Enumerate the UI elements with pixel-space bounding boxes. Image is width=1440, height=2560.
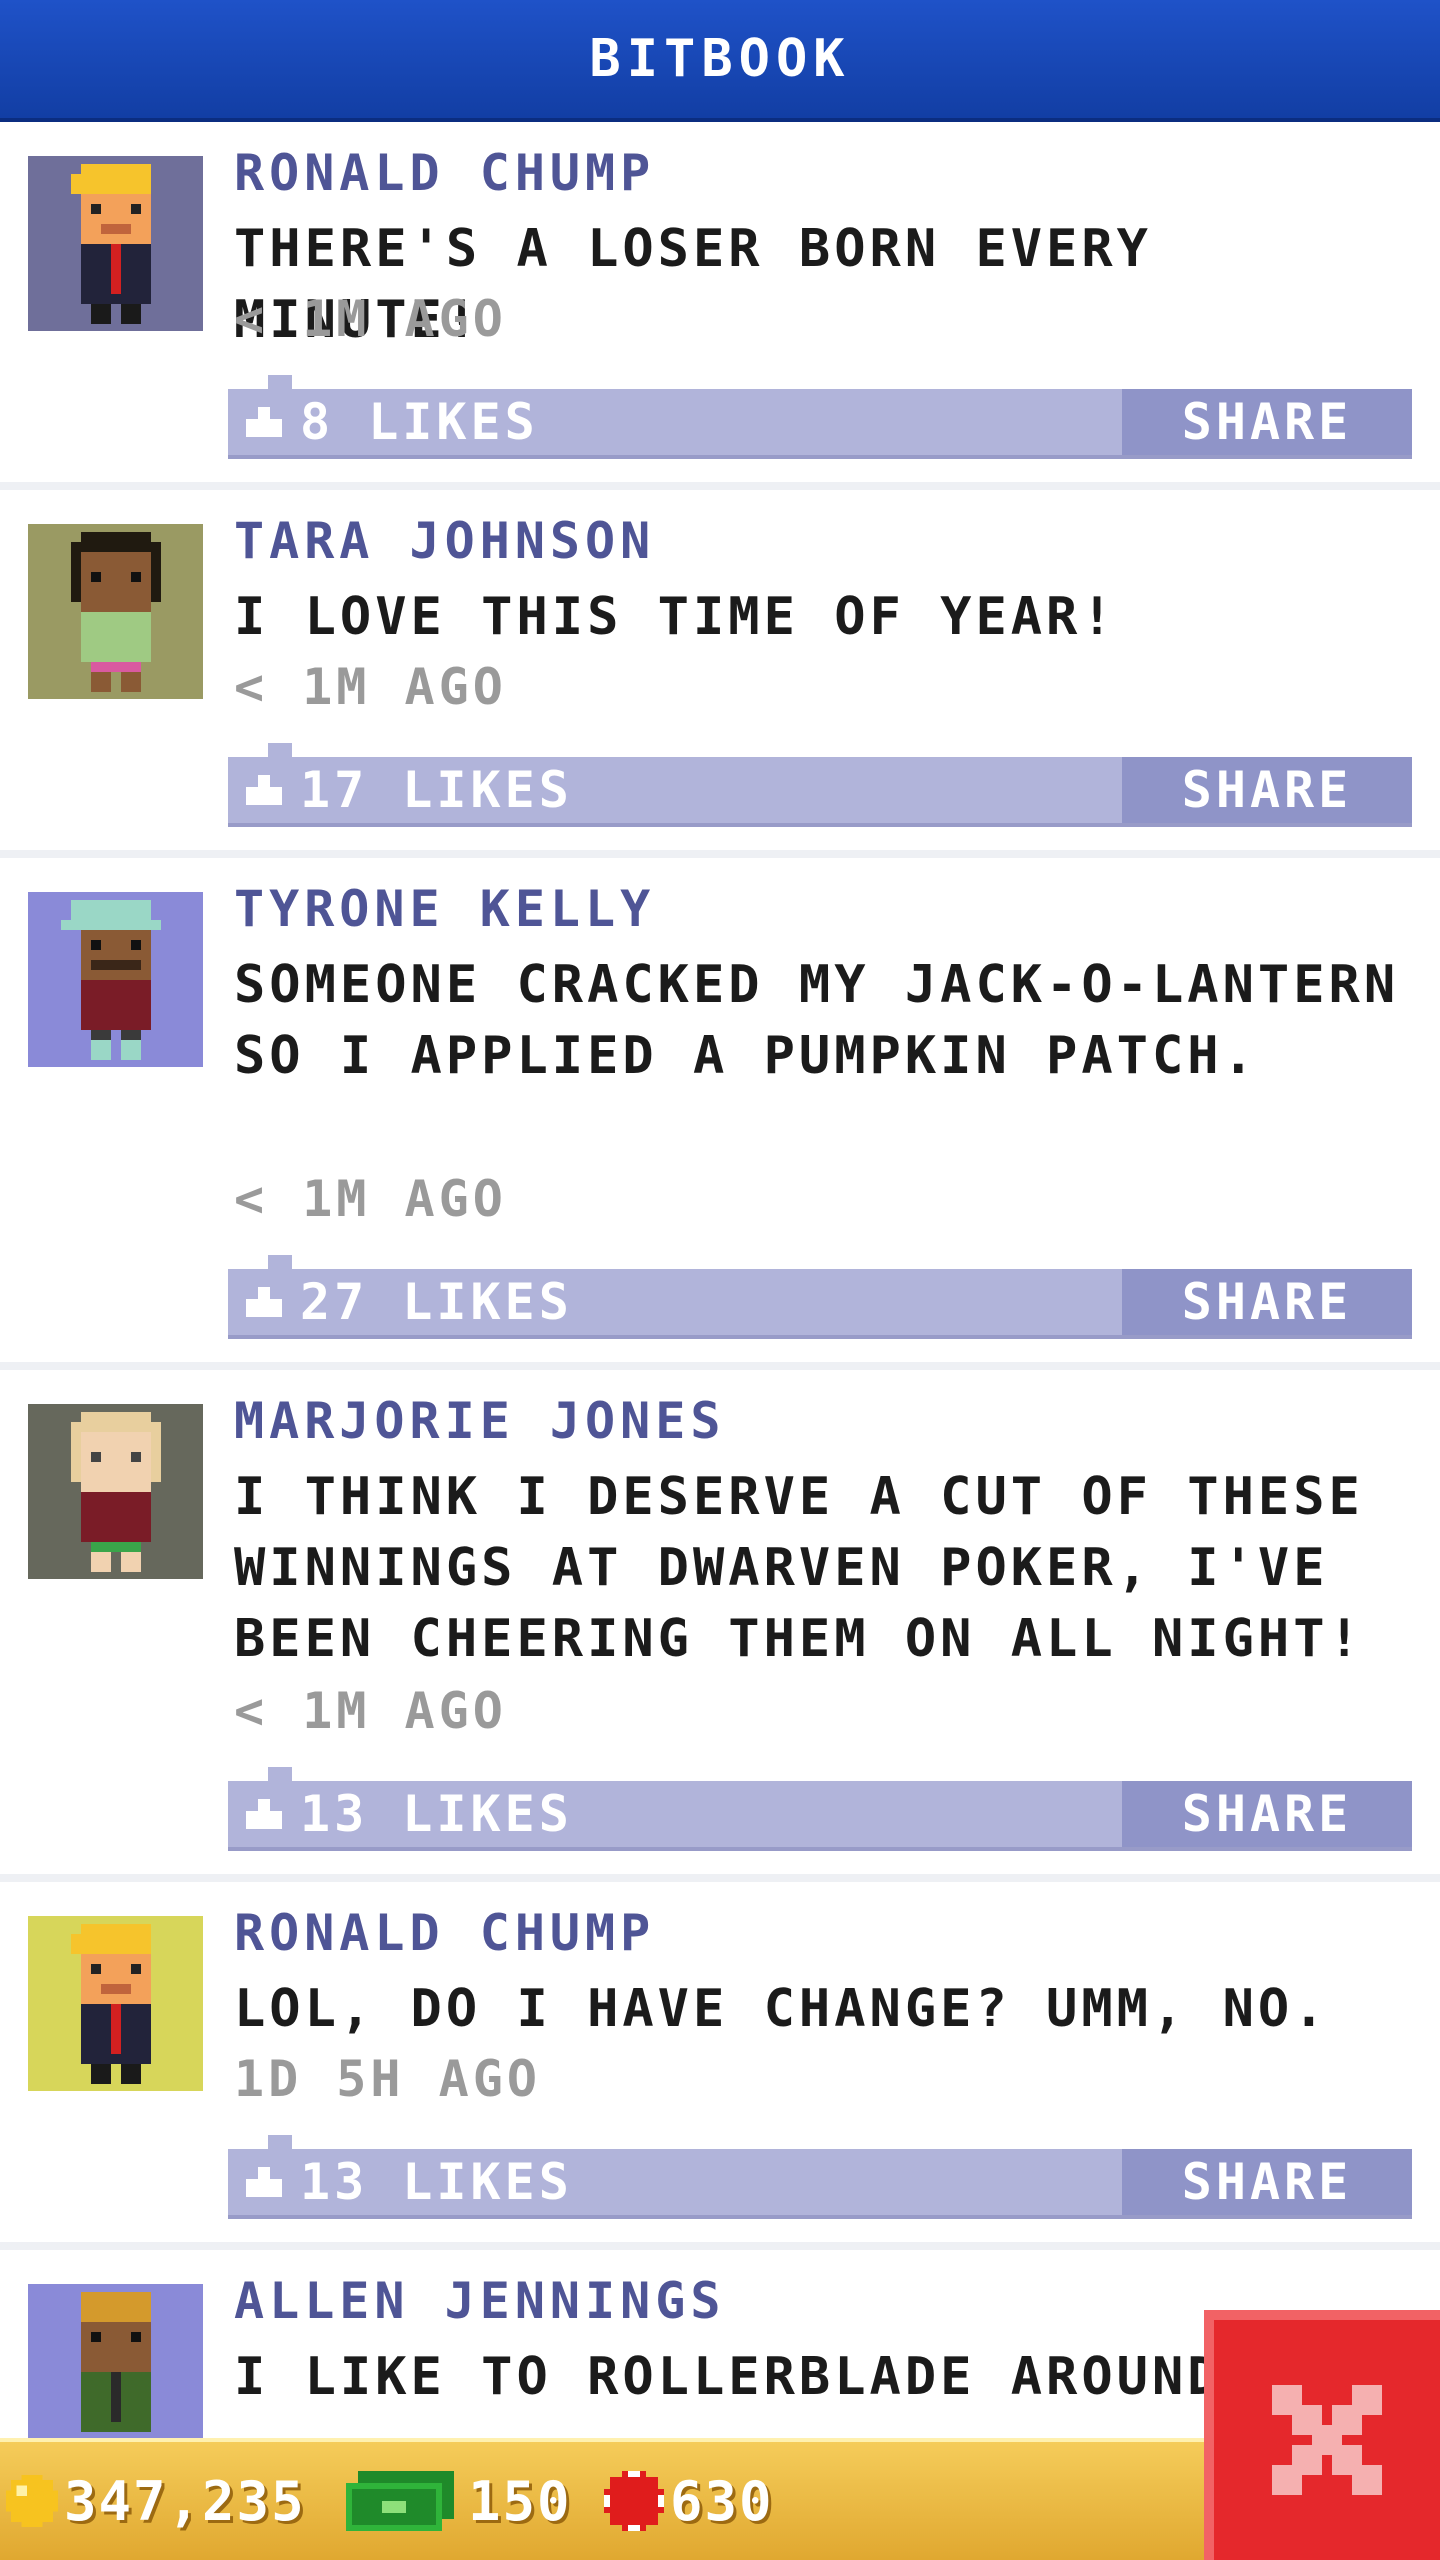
tyrone-kelly-avatar[interactable] — [28, 892, 203, 1067]
ronald-chump-avatar[interactable] — [28, 156, 203, 331]
post-timestamp: 1D 5H AGO — [234, 2050, 541, 2108]
feed-post: MARJORIE JONES I THINK I DESERVE A CUT O… — [0, 1370, 1440, 1882]
allen-jennings-avatar[interactable] — [28, 2284, 203, 2438]
share-button[interactable]: SHARE — [1122, 389, 1412, 455]
like-bar: 17 LIKES SHARE — [228, 743, 1412, 827]
share-button[interactable]: SHARE — [1122, 757, 1412, 823]
post-timestamp: < 1M AGO — [234, 1170, 507, 1228]
like-bar-notch — [268, 375, 292, 389]
post-timestamp: < 1M AGO — [234, 658, 507, 716]
feed-post: TYRONE KELLY SOMEONE CRACKED MY JACK-O-L… — [0, 858, 1440, 1370]
ronald-chump-avatar[interactable] — [28, 1916, 203, 2091]
app-header: BITBOOK — [0, 0, 1440, 122]
marjorie-jones-avatar[interactable] — [28, 1404, 203, 1579]
like-count: 27 LIKES — [300, 1273, 573, 1331]
like-count: 17 LIKES — [300, 761, 573, 819]
post-author[interactable]: RONALD CHUMP — [234, 1904, 655, 1962]
chip-balance[interactable]: 630 — [604, 2458, 774, 2544]
thumbs-up-icon[interactable] — [244, 1797, 284, 1831]
thumbs-up-icon[interactable] — [244, 1285, 284, 1319]
share-button[interactable]: SHARE — [1122, 1269, 1412, 1335]
poker-chip-icon — [604, 2471, 664, 2531]
feed-post: TARA JOHNSON I LOVE THIS TIME OF YEAR! <… — [0, 490, 1440, 858]
share-button[interactable]: SHARE — [1122, 1781, 1412, 1847]
close-icon — [1272, 2385, 1382, 2495]
coin-balance[interactable]: 347,235 — [6, 2458, 306, 2544]
post-author[interactable]: MARJORIE JONES — [234, 1392, 725, 1450]
like-bar: 8 LIKES SHARE — [228, 375, 1412, 459]
post-timestamp: < 1M AGO — [234, 290, 507, 348]
like-bar-notch — [268, 1767, 292, 1781]
like-count: 13 LIKES — [300, 2153, 573, 2211]
post-author[interactable]: ALLEN JENNINGS — [234, 2272, 725, 2330]
like-bar: 13 LIKES SHARE — [228, 2135, 1412, 2219]
feed[interactable]: RONALD CHUMP THERE'S A LOSER BORN EVERY … — [0, 122, 1440, 2438]
cash-icon — [346, 2471, 454, 2531]
post-timestamp: < 1M AGO — [234, 1682, 507, 1740]
app-title: BITBOOK — [589, 29, 851, 89]
post-message: LOL, DO I HAVE CHANGE? UMM, NO. — [234, 1979, 1329, 2039]
thumbs-up-icon[interactable] — [244, 2165, 284, 2199]
like-bar: 27 LIKES SHARE — [228, 1255, 1412, 1339]
like-bar: 13 LIKES SHARE — [228, 1767, 1412, 1851]
post-author[interactable]: TYRONE KELLY — [234, 880, 655, 938]
cash-balance[interactable]: 150 — [346, 2458, 572, 2544]
feed-post: RONALD CHUMP THERE'S A LOSER BORN EVERY … — [0, 122, 1440, 490]
like-count: 13 LIKES — [300, 1785, 573, 1843]
post-message: SOMEONE CRACKED MY JACK-O-LANTERN SO I A… — [234, 955, 1400, 1086]
post-message: I THINK I DESERVE A CUT OF THESE WINNING… — [234, 1467, 1364, 1669]
post-message: I LOVE THIS TIME OF YEAR! — [234, 587, 1117, 647]
cash-count: 150 — [468, 2469, 572, 2533]
like-bar-notch — [268, 743, 292, 757]
like-bar-notch — [268, 1255, 292, 1269]
like-bar-notch — [268, 2135, 292, 2149]
thumbs-up-icon[interactable] — [244, 405, 284, 439]
coin-count: 347,235 — [64, 2469, 306, 2533]
share-button[interactable]: SHARE — [1122, 2149, 1412, 2215]
close-button[interactable] — [1204, 2310, 1440, 2560]
post-author[interactable]: TARA JOHNSON — [234, 512, 655, 570]
like-count: 8 LIKES — [300, 393, 539, 451]
tara-johnson-avatar[interactable] — [28, 524, 203, 699]
chip-count: 630 — [670, 2469, 774, 2533]
coin-icon — [6, 2475, 58, 2527]
feed-post: RONALD CHUMP LOL, DO I HAVE CHANGE? UMM,… — [0, 1882, 1440, 2250]
thumbs-up-icon[interactable] — [244, 773, 284, 807]
post-author[interactable]: RONALD CHUMP — [234, 144, 655, 202]
